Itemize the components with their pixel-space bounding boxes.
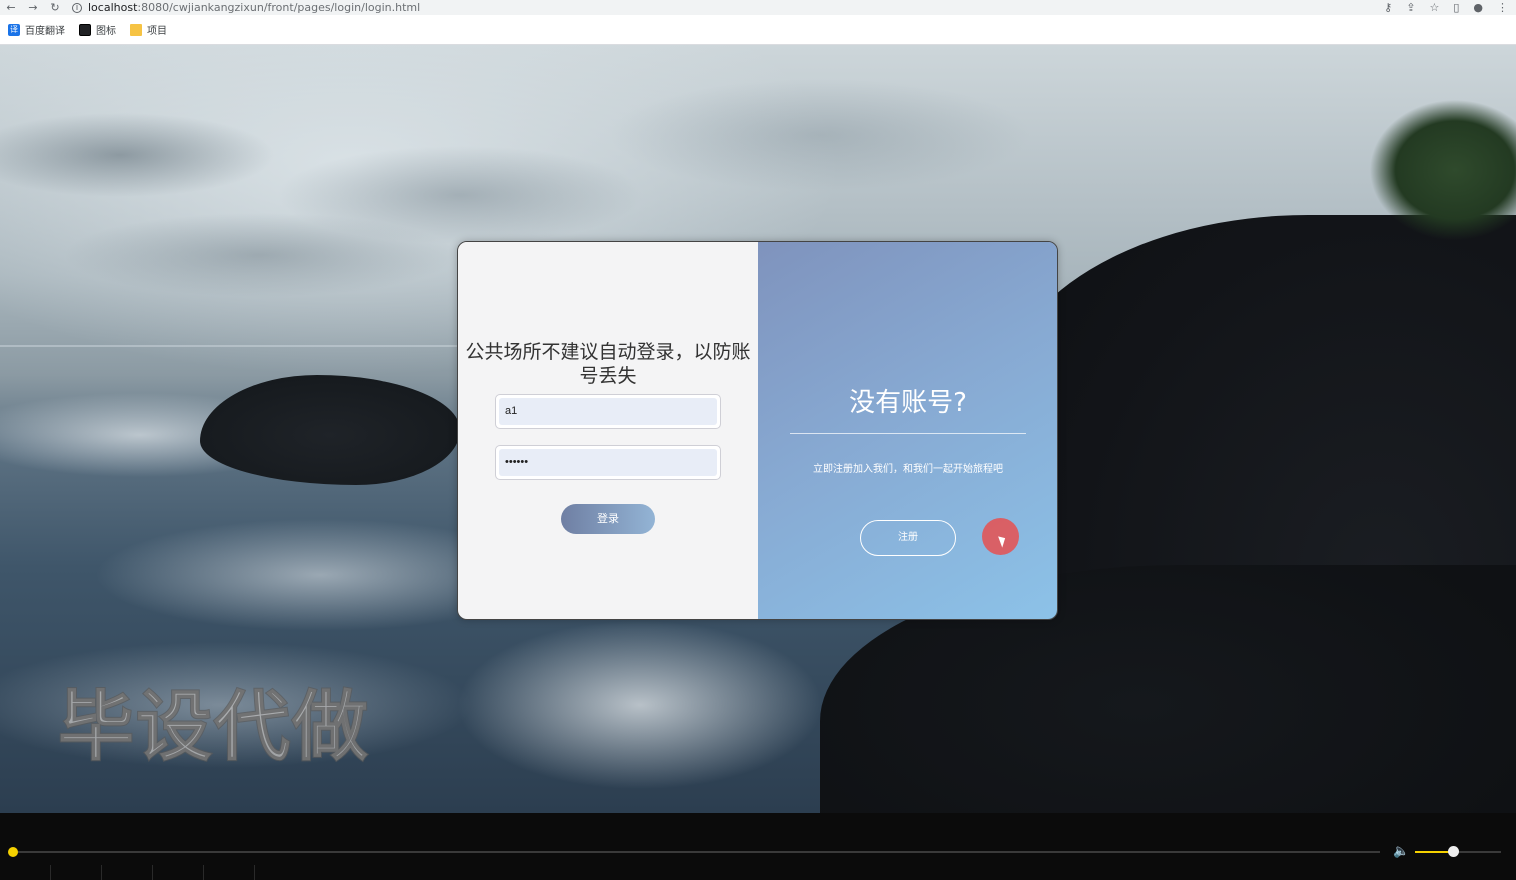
bookmark-label: 图标 bbox=[96, 26, 116, 37]
volume-knob[interactable] bbox=[1448, 846, 1459, 857]
back-icon[interactable]: ← bbox=[0, 0, 22, 15]
register-panel: 没有账号? 立即注册加入我们，和我们一起开始旅程吧 注册 bbox=[758, 242, 1057, 619]
register-subtitle: 立即注册加入我们，和我们一起开始旅程吧 bbox=[813, 464, 1003, 475]
star-icon[interactable]: ☆ bbox=[1429, 1, 1439, 14]
progress-knob[interactable] bbox=[8, 847, 18, 857]
sidepanel-icon[interactable]: ▯ bbox=[1453, 1, 1459, 14]
password-value[interactable]: •••••• bbox=[499, 449, 717, 476]
forward-icon[interactable]: → bbox=[22, 0, 44, 15]
translate-icon: 译 bbox=[8, 23, 20, 36]
register-button[interactable]: 注册 bbox=[860, 520, 956, 556]
profile-icon[interactable]: ● bbox=[1473, 1, 1483, 14]
toolbar-actions: ⚷ ⇪ ☆ ▯ ● ⋮ bbox=[1384, 0, 1508, 15]
image-icon bbox=[79, 23, 91, 36]
control-slot[interactable] bbox=[153, 865, 204, 880]
share-icon[interactable]: ⇪ bbox=[1406, 1, 1415, 14]
address-bar[interactable]: i localhost:8080/cwjiankangzixun/front/p… bbox=[72, 1, 420, 14]
rock-left bbox=[200, 375, 460, 485]
watermark-text: 毕设代做 bbox=[57, 681, 370, 772]
menu-icon[interactable]: ⋮ bbox=[1497, 1, 1508, 14]
key-icon[interactable]: ⚷ bbox=[1384, 1, 1392, 14]
bookmark-translate[interactable]: 译 百度翻译 bbox=[8, 22, 65, 37]
bookmark-projects[interactable]: 项目 bbox=[130, 22, 167, 37]
login-card: 公共场所不建议自动登录，以防账号丢失 a1 •••••• 登录 没有账号? 立即… bbox=[457, 241, 1058, 620]
password-field[interactable]: •••••• bbox=[495, 445, 721, 480]
username-value[interactable]: a1 bbox=[499, 398, 717, 425]
volume-icon[interactable]: 🔈 bbox=[1393, 844, 1409, 859]
bookmark-label: 项目 bbox=[147, 26, 167, 37]
bookmark-label: 百度翻译 bbox=[25, 26, 65, 37]
control-slot[interactable] bbox=[0, 865, 51, 880]
register-title: 没有账号? bbox=[849, 388, 967, 418]
divider bbox=[790, 433, 1026, 434]
username-field[interactable]: a1 bbox=[495, 394, 721, 429]
control-slot[interactable] bbox=[102, 865, 153, 880]
login-panel: 公共场所不建议自动登录，以防账号丢失 a1 •••••• 登录 bbox=[458, 242, 758, 619]
player-controls bbox=[0, 865, 1516, 880]
url-host: localhost bbox=[88, 1, 138, 14]
bookmarks-bar: 译 百度翻译 图标 项目 bbox=[0, 15, 1516, 45]
login-hint: 公共场所不建议自动登录，以防账号丢失 bbox=[465, 341, 751, 387]
browser-toolbar: ← → ↻ i localhost:8080/cwjiankangzixun/f… bbox=[0, 0, 1516, 15]
control-slot[interactable] bbox=[204, 865, 255, 880]
video-player-bar: 🔈 bbox=[0, 813, 1516, 880]
info-icon[interactable]: i bbox=[72, 2, 82, 13]
bookmark-icons[interactable]: 图标 bbox=[79, 22, 116, 37]
control-slot[interactable] bbox=[51, 865, 102, 880]
progress-track[interactable] bbox=[12, 851, 1380, 853]
url-path: :8080/cwjiankangzixun/front/pages/login/… bbox=[137, 1, 421, 14]
login-button[interactable]: 登录 bbox=[561, 504, 655, 534]
reload-icon[interactable]: ↻ bbox=[44, 0, 66, 15]
folder-icon bbox=[130, 23, 142, 36]
